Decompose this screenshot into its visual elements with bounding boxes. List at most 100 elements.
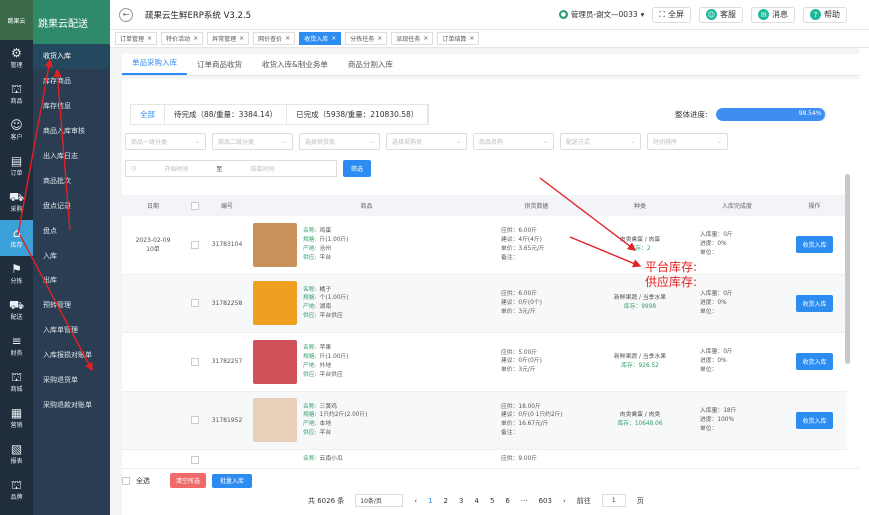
lnav-item-12[interactable]: ⛫ 品牌	[0, 472, 33, 508]
page-tab[interactable]: 异常管理 ×	[207, 32, 250, 45]
lnav-item-5[interactable]: ⌂ 库存	[0, 220, 33, 256]
sub-nav-item[interactable]: 预转管理	[33, 293, 110, 318]
row-checkbox[interactable]	[191, 416, 199, 425]
status-tab[interactable]: 已完成（5938/重量：210830.58）	[287, 105, 429, 124]
page-tab[interactable]: 订单管理 ×	[115, 32, 158, 45]
page-tab[interactable]: 收货入库 ×	[299, 32, 342, 45]
close-icon[interactable]: ×	[147, 35, 152, 42]
sub-nav-item[interactable]: 盘点记录	[33, 193, 110, 218]
sub-nav-item[interactable]: 库存信息	[33, 94, 110, 119]
close-icon[interactable]: ×	[193, 35, 198, 42]
receive-button[interactable]: 收货入库	[796, 411, 833, 429]
lnav-item-10[interactable]: ▦ 营销	[0, 400, 33, 436]
page-tab[interactable]: 分拣任务 ×	[345, 32, 388, 45]
help-button[interactable]: ? 帮助	[803, 6, 847, 23]
sub-nav-item[interactable]: 入库报损对账单	[33, 343, 110, 368]
filter-select[interactable]: 商品名称 ⌄	[473, 133, 554, 150]
lnav-item-7[interactable]: ⛟ 配送	[0, 292, 33, 328]
page-number[interactable]: 1	[428, 497, 432, 505]
page-number[interactable]: 3	[459, 497, 463, 505]
close-icon[interactable]: ×	[331, 35, 336, 42]
sub-nav-item[interactable]: 出库	[33, 268, 110, 293]
header-supply: 供货数据	[524, 203, 549, 210]
sub-nav-item[interactable]: 入库	[33, 243, 110, 268]
fullscreen-button[interactable]: ⛶ 全屏	[652, 6, 691, 23]
page-number[interactable]: 4	[474, 497, 478, 505]
page-number[interactable]: 5	[490, 497, 494, 505]
filter-select[interactable]: 选择供货商 ⌄	[299, 133, 380, 150]
page-number[interactable]: 6	[505, 497, 509, 505]
page-size-select[interactable]: 10条/页	[355, 494, 404, 507]
receive-button[interactable]: 收货入库	[796, 353, 833, 371]
field-value: 斤(1.00斤)	[319, 236, 349, 243]
filter-select[interactable]: 时间排序 ⌄	[647, 133, 728, 150]
batch-inbound-button[interactable]: 批量入库	[212, 473, 253, 488]
sub-tab[interactable]: 订单商品收货	[187, 59, 252, 75]
receive-button[interactable]: 收货入库	[796, 294, 833, 312]
row-checkbox[interactable]	[191, 455, 199, 464]
sub-tab[interactable]: 商品分割入库	[338, 59, 403, 75]
sub-nav-item[interactable]: 库存商品	[33, 69, 110, 94]
close-icon[interactable]: ×	[377, 35, 382, 42]
checkbox-cell	[184, 357, 206, 366]
sub-nav-item[interactable]: 盘点	[33, 218, 110, 243]
page-tab[interactable]: 派现任务 ×	[391, 32, 434, 45]
close-icon[interactable]: ×	[239, 35, 244, 42]
sub-nav-item[interactable]: 商品入库审核	[33, 119, 110, 144]
close-icon[interactable]: ×	[285, 35, 290, 42]
lnav-item-6[interactable]: ⚑ 分拣	[0, 256, 33, 292]
lnav-item-8[interactable]: ≡ 财务	[0, 328, 33, 364]
lnav-item-2[interactable]: ☺ 客户	[0, 112, 33, 148]
filter-placeholder: 商品名称	[479, 139, 504, 146]
page-tab[interactable]: 订单结算 ×	[437, 32, 480, 45]
goto-input[interactable]: 1	[601, 494, 626, 507]
status-tab[interactable]: 全部	[131, 105, 165, 124]
service-button[interactable]: ☺ 客服	[699, 6, 743, 23]
lnav-item-9[interactable]: ⛫ 商城	[0, 364, 33, 400]
row-checkbox[interactable]	[191, 299, 199, 308]
header-checkbox[interactable]	[191, 201, 199, 210]
sub-tab[interactable]: 收货入库&制业务单	[252, 59, 338, 75]
filter-button[interactable]: 筛选	[343, 160, 372, 177]
page-number[interactable]: 603	[539, 497, 552, 505]
date-range-input[interactable]: ◷ 开始时间 至 结束时间	[125, 160, 337, 177]
page-number[interactable]: 2	[444, 497, 448, 505]
clear-selection-button[interactable]: 清空所选	[170, 473, 207, 488]
lnav-item-1[interactable]: ⛫ 商品	[0, 76, 33, 112]
filter-select[interactable]: 选择采购员 ⌄	[386, 133, 467, 150]
close-icon[interactable]: ×	[423, 35, 428, 42]
sub-nav-item[interactable]: 出入库日志	[33, 144, 110, 169]
back-icon[interactable]: ←	[119, 7, 133, 22]
sub-nav-item[interactable]: 采购退货单	[33, 368, 110, 393]
close-icon[interactable]: ×	[469, 35, 474, 42]
sub-nav-item[interactable]: 收货入库	[33, 44, 110, 69]
sub-nav-item[interactable]: 采购退款对账单	[33, 392, 110, 417]
lnav-item-11[interactable]: ▧ 报表	[0, 436, 33, 472]
status-tab[interactable]: 待完成（88/重量：3384.14）	[165, 105, 288, 124]
lnav-item-0[interactable]: ⚙ 管理	[0, 40, 33, 76]
page-tab[interactable]: 网价查价 ×	[253, 32, 296, 45]
messages-button[interactable]: ✉ 消息	[751, 6, 795, 23]
page-tab[interactable]: 特价活动 ×	[161, 32, 204, 45]
filter-select[interactable]: 配送方式 ⌄	[560, 133, 641, 150]
page-number[interactable]: ···	[521, 497, 528, 505]
filter-select[interactable]: 商品一级分类 ⌄	[125, 133, 206, 150]
lnav-item-3[interactable]: ▤ 订单	[0, 148, 33, 184]
prev-page-icon[interactable]: ‹	[414, 497, 417, 505]
sub-nav-item[interactable]: 商品批次	[33, 168, 110, 193]
select-all-checkbox[interactable]	[122, 476, 130, 485]
supply-line: 单价：3元/斤	[501, 367, 536, 374]
receive-button[interactable]: 收货入库	[796, 236, 833, 254]
goto-label: 前往	[576, 496, 591, 505]
user-menu[interactable]: ● 管理员-谢文—0033 ▾	[558, 9, 644, 20]
annotation-text: 平台库存: 供应库存:	[645, 260, 697, 290]
op-cell: 收货入库	[782, 294, 847, 312]
sub-nav-item[interactable]: 入库单管理	[33, 318, 110, 343]
sub-tab[interactable]: 单品采购入库	[122, 57, 187, 75]
filter-select[interactable]: 商品二级分类 ⌄	[212, 133, 293, 150]
next-page-icon[interactable]: ›	[563, 497, 566, 505]
scrollbar[interactable]	[845, 174, 850, 364]
row-checkbox[interactable]	[191, 357, 199, 366]
row-checkbox[interactable]	[191, 240, 199, 249]
lnav-item-4[interactable]: ⛟ 采购	[0, 184, 33, 220]
